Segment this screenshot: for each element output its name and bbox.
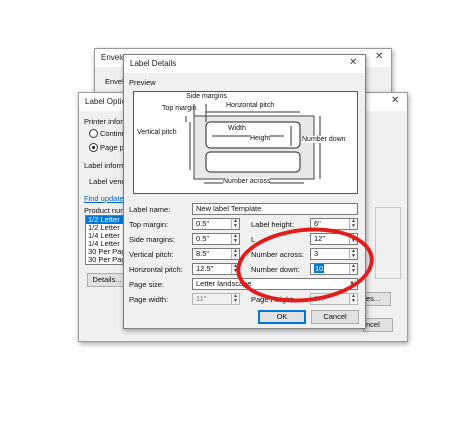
preview-diagram: Side margins Top margin Horizontal pitch… bbox=[133, 91, 358, 194]
radio-dot-icon bbox=[92, 146, 95, 149]
horizontal-pitch-input[interactable]: 12.5" ▲ ▼ bbox=[192, 263, 240, 275]
close-icon[interactable]: ✕ bbox=[349, 58, 357, 68]
find-updates-link[interactable]: Find update bbox=[84, 194, 124, 203]
top-margin-spinner[interactable]: ▲ ▼ bbox=[231, 219, 239, 229]
horizontal-pitch-label: Horizontal pitch: bbox=[129, 265, 183, 274]
label-details-titlebar: Label Details ✕ bbox=[124, 55, 365, 73]
spin-down-icon[interactable]: ▼ bbox=[232, 254, 239, 259]
page-width-spinner: ▲ ▼ bbox=[231, 294, 239, 304]
diagram-top-margin: Top margin bbox=[162, 105, 197, 112]
product-number-list[interactable]: 1/2 Letter 1/2 Letter 1/4 Letter 1/4 Let… bbox=[85, 215, 127, 265]
label-vendor-label: Label vend bbox=[89, 177, 126, 186]
side-margins-value: 0.5" bbox=[196, 234, 210, 243]
label-options-cancel-button[interactable]: ncel bbox=[363, 318, 393, 332]
diagram-vertical-pitch: Vertical pitch bbox=[137, 129, 177, 136]
vertical-pitch-label: Vertical pitch: bbox=[129, 250, 174, 259]
label-name-input[interactable]: New label Template bbox=[192, 203, 358, 215]
label-info-label: Label inform bbox=[84, 161, 126, 170]
diagram-horizontal-pitch: Horizontal pitch bbox=[226, 102, 275, 109]
spin-down-icon[interactable]: ▼ bbox=[350, 224, 357, 229]
preview-label: Preview bbox=[129, 78, 156, 87]
label-name-label: Label name: bbox=[129, 205, 171, 214]
side-margins-label: Side margins: bbox=[129, 235, 175, 244]
radio-continuous-icon[interactable] bbox=[89, 129, 98, 138]
label-height-label: Label height: bbox=[251, 220, 294, 229]
page-height-spinner: ▲ ▼ bbox=[349, 294, 357, 304]
diagram-width: Width bbox=[228, 125, 246, 132]
dialog-title: Label Details bbox=[130, 59, 177, 68]
list-item[interactable]: 30 Per Page bbox=[86, 256, 126, 264]
vertical-pitch-value: 8.5" bbox=[196, 249, 210, 258]
close-icon[interactable]: ✕ bbox=[391, 96, 399, 106]
spin-down-icon: ▼ bbox=[233, 298, 238, 304]
cancel-button[interactable]: Cancel bbox=[311, 310, 359, 324]
page-width-value: 11" bbox=[196, 294, 207, 303]
vertical-pitch-spinner[interactable]: ▲ ▼ bbox=[231, 249, 239, 259]
top-margin-value: 0.5" bbox=[196, 219, 210, 228]
side-margins-input[interactable]: 0.5" ▲ ▼ bbox=[192, 233, 240, 245]
radio-page-icon[interactable] bbox=[89, 143, 98, 152]
top-margin-label: Top margin: bbox=[129, 220, 169, 229]
spin-down-icon: ▼ bbox=[351, 298, 356, 304]
ok-button[interactable]: OK bbox=[258, 310, 306, 324]
spin-down-icon[interactable]: ▼ bbox=[232, 239, 239, 244]
new-label-button[interactable]: es... bbox=[363, 292, 391, 306]
vertical-pitch-input[interactable]: 8.5" ▲ ▼ bbox=[192, 248, 240, 260]
close-icon[interactable]: ✕ bbox=[375, 52, 383, 62]
page-size-label: Page size: bbox=[129, 280, 165, 289]
top-margin-input[interactable]: 0.5" ▲ ▼ bbox=[192, 218, 240, 230]
diagram-number-across: Number across bbox=[223, 178, 271, 185]
right-panel-frame bbox=[375, 207, 401, 279]
side-margins-spinner[interactable]: ▲ ▼ bbox=[231, 234, 239, 244]
label-options-title: Label Optio bbox=[85, 97, 126, 106]
label-height-spinner[interactable]: ▲ ▼ bbox=[349, 219, 357, 229]
page-width-input: 11" ▲ ▼ bbox=[192, 293, 240, 305]
product-number-label: Product num bbox=[84, 206, 127, 215]
details-button[interactable]: Details... bbox=[87, 273, 127, 287]
horizontal-pitch-value: 12.5" bbox=[196, 264, 214, 273]
label-cell-2 bbox=[205, 151, 301, 173]
diagram-side-margins: Side margins bbox=[186, 93, 227, 100]
page-width-label: Page width: bbox=[129, 295, 169, 304]
spin-down-icon[interactable]: ▼ bbox=[232, 224, 239, 229]
diagram-height: Height bbox=[250, 135, 271, 142]
radio-continuous-label: Continu bbox=[100, 129, 126, 138]
diagram-number-down: Number down bbox=[302, 136, 346, 143]
